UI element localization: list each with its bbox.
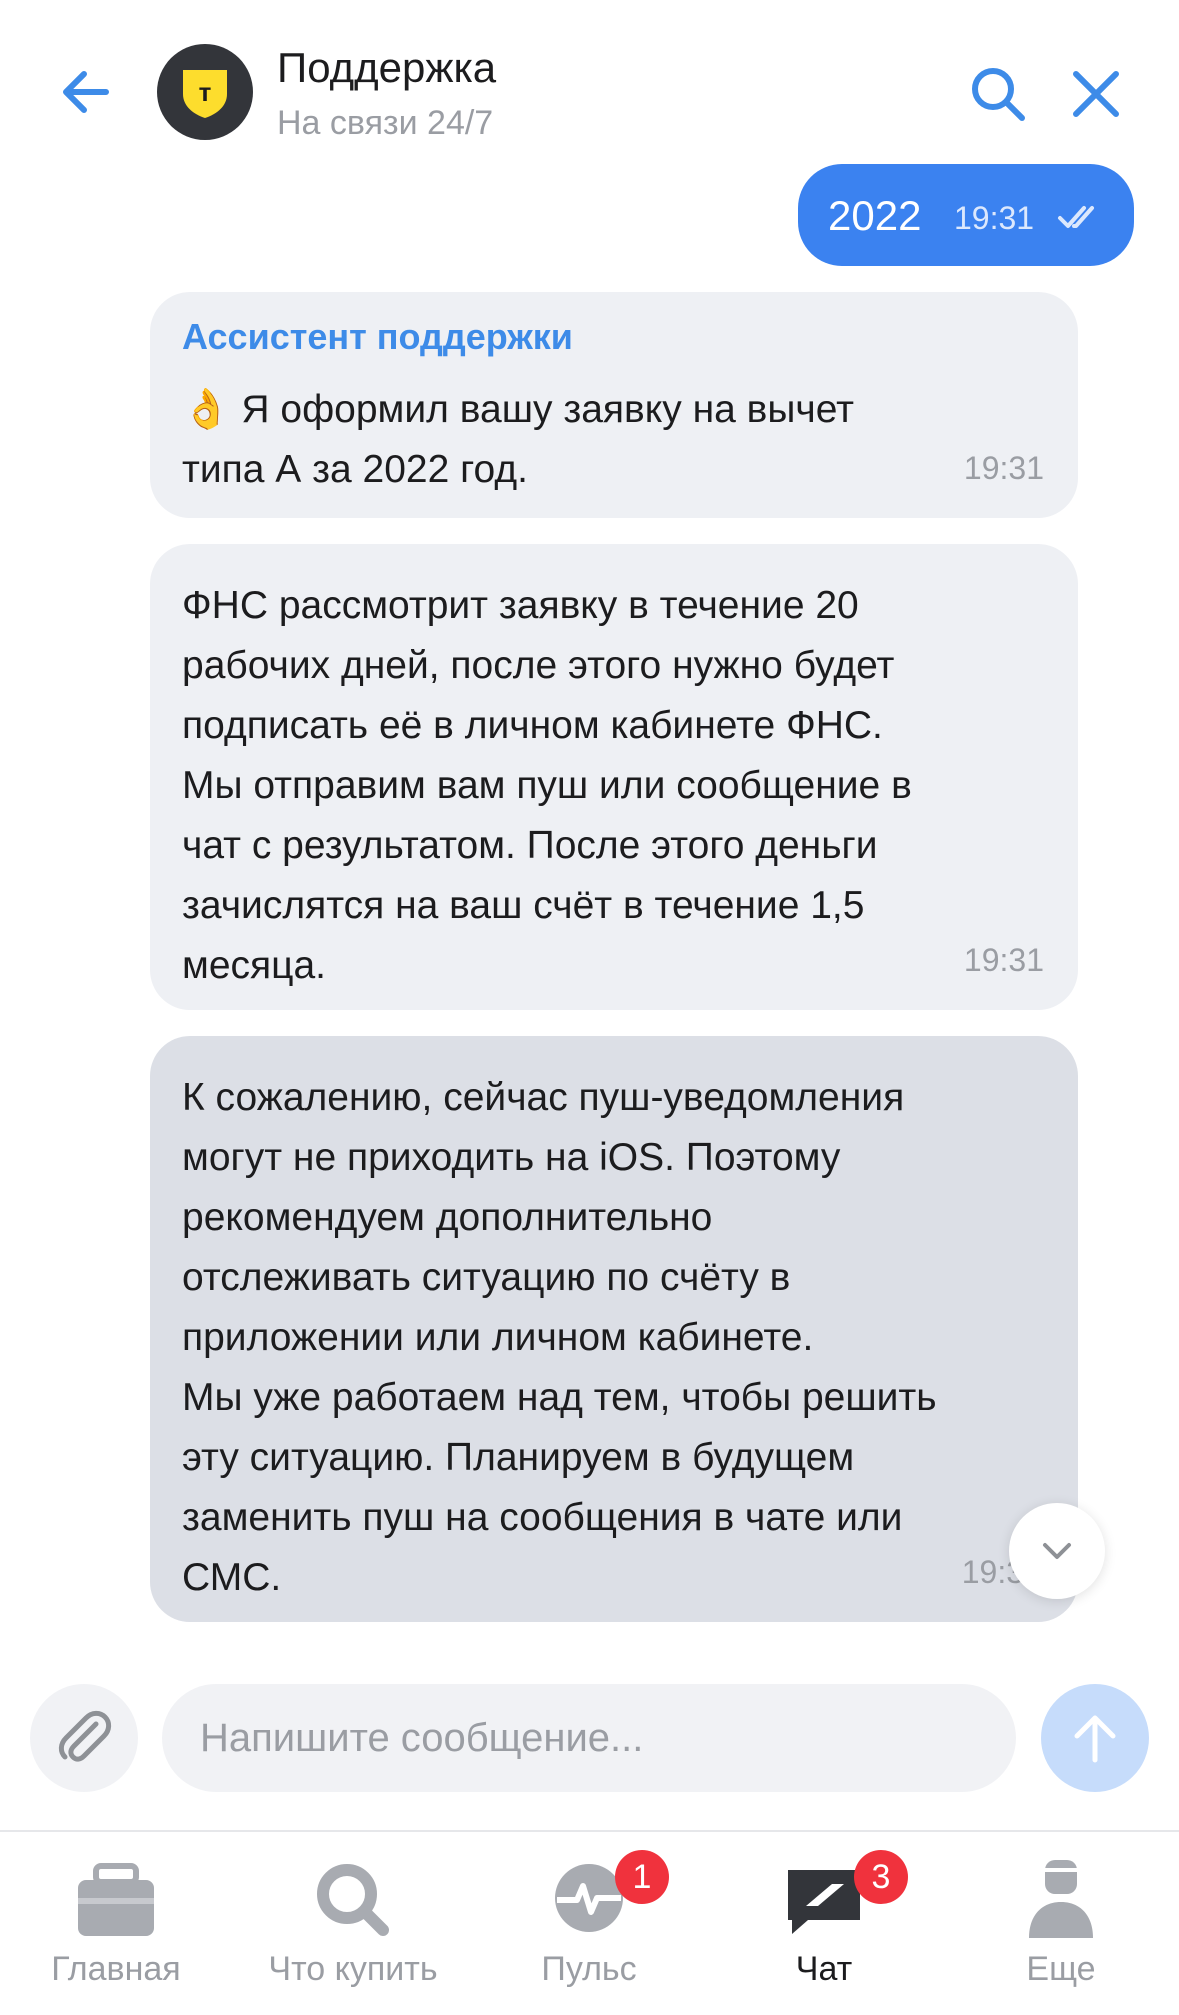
chat-title: Поддержка	[277, 44, 497, 91]
message-input[interactable]	[162, 1684, 1016, 1792]
svg-text:т: т	[199, 77, 212, 107]
incoming-message[interactable]: ФНС рассмотрит заявку в течение 20 рабоч…	[150, 544, 1078, 1010]
tab-home[interactable]: Главная	[16, 1832, 216, 2015]
tab-label: Главная	[51, 1950, 181, 1988]
back-button[interactable]	[58, 64, 114, 120]
incoming-message[interactable]: К сожалению, сейчас пуш-уведомления могу…	[150, 1036, 1078, 1622]
attach-button[interactable]	[30, 1684, 138, 1792]
scroll-to-bottom-button[interactable]	[1009, 1503, 1105, 1599]
tab-pulse[interactable]: Пульс 1	[489, 1832, 689, 2015]
tab-chat[interactable]: Чат 3	[724, 1832, 924, 2015]
notification-badge: 1	[615, 1850, 669, 1904]
paperclip-icon	[58, 1710, 112, 1762]
message-sender: Ассистент поддержки	[182, 316, 573, 357]
close-button[interactable]	[1068, 66, 1124, 122]
search-icon	[317, 1864, 389, 1936]
notification-badge: 3	[854, 1850, 908, 1904]
message-text: ФНС рассмотрит заявку в течение 20 рабоч…	[182, 584, 912, 987]
bottom-tab-bar: Главная Что купить Пульс 1 Чат 3 Еще	[0, 1830, 1179, 2015]
tab-label: Что купить	[268, 1950, 438, 1988]
double-check-icon	[1058, 206, 1094, 228]
message-time: 19:31	[954, 200, 1035, 236]
arrow-left-icon	[63, 71, 109, 113]
search-icon	[972, 68, 1025, 121]
support-avatar[interactable]: т	[157, 44, 253, 140]
tab-more[interactable]: Еще	[961, 1832, 1161, 2015]
message-time: 19:31	[963, 942, 1044, 978]
search-button[interactable]	[968, 64, 1028, 124]
tab-label: Чат	[795, 1950, 853, 1988]
tab-what-to-buy[interactable]: Что купить	[253, 1832, 453, 2015]
outgoing-message[interactable]: 2022 19:31	[798, 164, 1134, 266]
arrow-up-icon	[1074, 1715, 1116, 1763]
chevron-down-icon	[1043, 1543, 1071, 1559]
profile-icon	[1029, 1860, 1093, 1938]
message-time: 19:31	[963, 450, 1044, 486]
shield-logo-icon: т	[183, 70, 227, 118]
incoming-message[interactable]: Ассистент поддержки 👌 Я оформил вашу зая…	[150, 292, 1078, 518]
send-button[interactable]	[1041, 1684, 1149, 1792]
chat-status: На связи 24/7	[277, 104, 494, 142]
tab-label: Еще	[1026, 1950, 1096, 1988]
close-icon	[1073, 71, 1119, 117]
chat-header: т Поддержка На связи 24/7	[0, 0, 1179, 160]
message-text: К сожалению, сейчас пуш-уведомления могу…	[182, 1076, 937, 1599]
message-text: 👌 Я оформил вашу заявку на вычет типа А …	[182, 388, 854, 491]
tab-label: Пульс	[541, 1950, 637, 1988]
message-text: 2022	[828, 192, 922, 239]
briefcase-icon	[78, 1863, 154, 1936]
